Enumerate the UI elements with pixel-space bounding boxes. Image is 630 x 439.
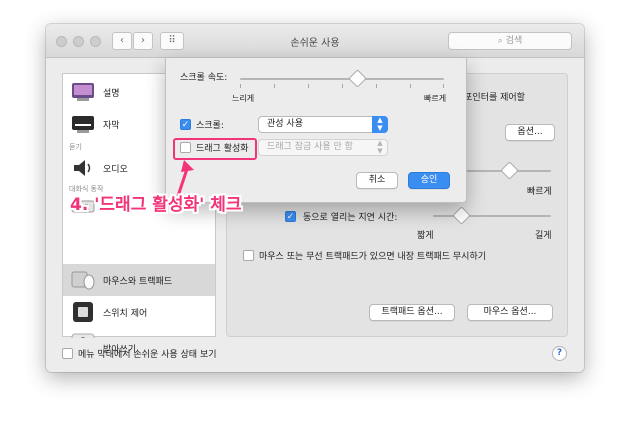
annotation-arrow-icon	[176, 160, 194, 197]
annotation-text: 4. '드래그 활성화' 체크	[70, 195, 242, 215]
